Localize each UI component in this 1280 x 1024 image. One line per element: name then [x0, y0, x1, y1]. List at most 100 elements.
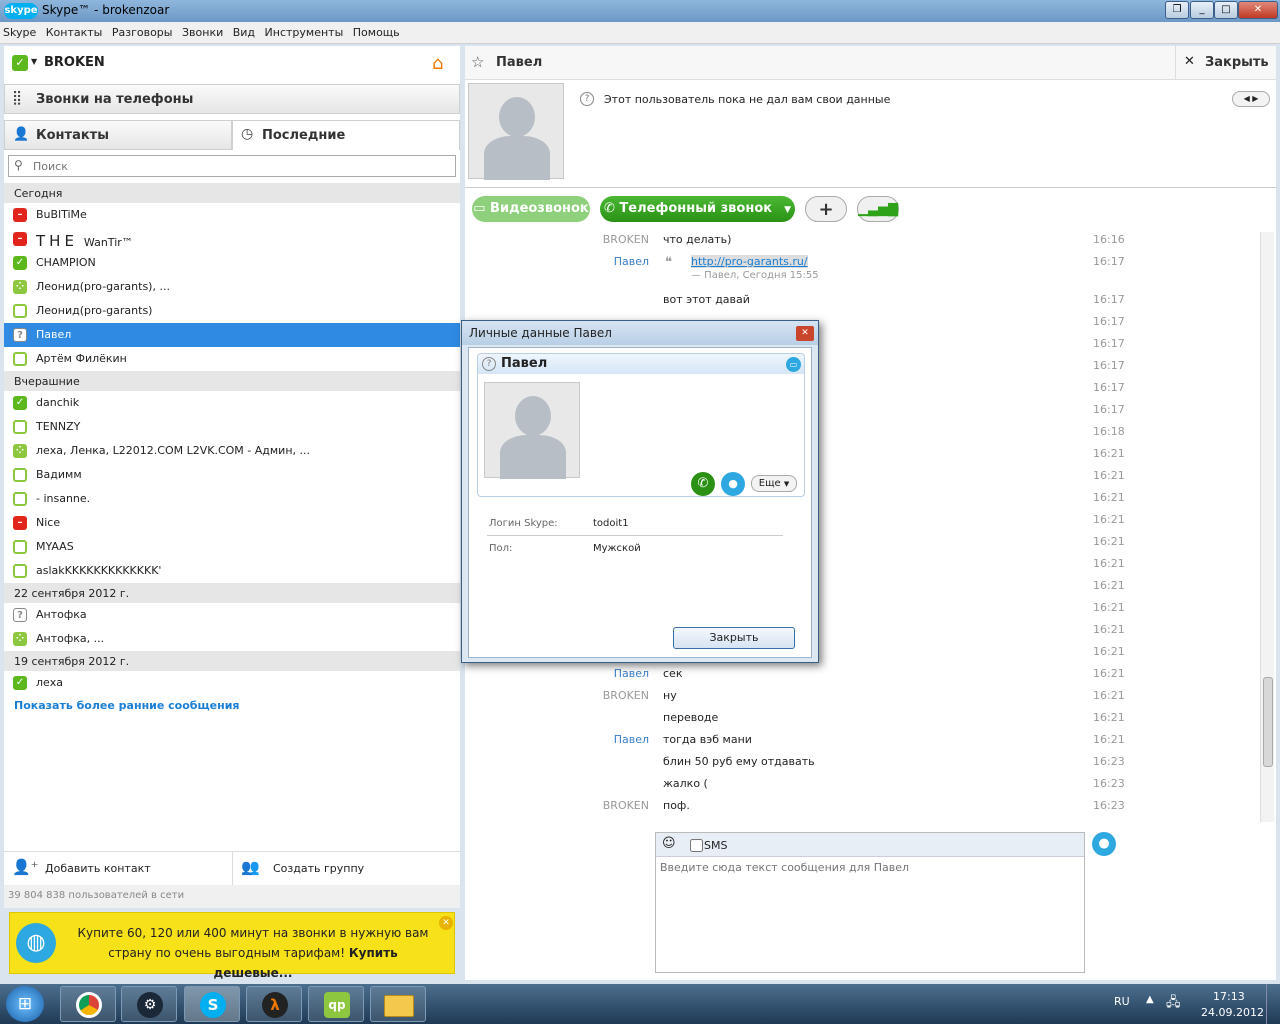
chat-scrollbar[interactable] — [1260, 232, 1274, 822]
restore-icon[interactable]: ❐ — [1165, 1, 1189, 19]
list-item[interactable]: MYAAS — [4, 535, 460, 559]
phone-icon[interactable]: ✆ — [691, 472, 715, 496]
message-time: 16:18 — [1093, 425, 1125, 438]
star-icon[interactable]: ☆ — [471, 53, 484, 71]
message-input[interactable] — [660, 861, 1080, 969]
skype-taskbar-icon[interactable]: S — [184, 986, 240, 1022]
list-item[interactable]: ✓ CHAMPION — [4, 251, 460, 275]
message-text: поф. — [663, 799, 690, 812]
message-time: 16:23 — [1093, 777, 1125, 790]
message-text: ну — [663, 689, 677, 702]
scrollbar-thumb[interactable] — [1263, 677, 1273, 767]
clock-icon: ◷ — [241, 126, 254, 142]
list-item[interactable]: ? Антофка — [4, 603, 460, 627]
status-unk-icon: ? — [13, 608, 27, 622]
video-call-button[interactable]: ▭ Видеозвонок — [472, 196, 590, 222]
search-input[interactable] — [33, 158, 443, 174]
contact-name-suffix: WanTir™ — [83, 236, 133, 249]
explorer-folder-icon[interactable] — [370, 986, 426, 1022]
ad-banner[interactable]: ◍ Купите 60, 120 или 400 минут на звонки… — [9, 912, 455, 980]
list-item[interactable]: – BuBlTiMe — [4, 203, 460, 227]
home-icon[interactable]: ⌂ — [432, 53, 443, 74]
show-desktop-button[interactable] — [1266, 984, 1280, 1024]
clock-time[interactable]: 17:13 — [1213, 990, 1245, 1003]
minimize-icon[interactable]: _ — [1190, 1, 1214, 19]
close-icon[interactable]: ✕ — [796, 326, 814, 341]
send-icon[interactable]: ● — [1092, 832, 1116, 856]
tab-contacts[interactable]: 👤 Контакты — [4, 120, 232, 150]
profile-name[interactable]: BROKEN — [44, 55, 105, 70]
dialog-close-button[interactable]: Закрыть — [673, 627, 795, 649]
tab-recent[interactable]: ◷ Последние — [232, 120, 460, 150]
more-button[interactable]: Еще ▼ — [751, 475, 797, 492]
list-item[interactable]: – Nice — [4, 511, 460, 535]
show-earlier-link[interactable]: Показать более ранние сообщения — [14, 699, 239, 712]
status-online-icon[interactable]: ✓ — [12, 55, 28, 71]
menu-skype[interactable]: Skype — [0, 22, 39, 39]
login-value: todoit1 — [593, 518, 629, 529]
list-item[interactable]: ✓ леха — [4, 671, 460, 695]
video-camera-icon[interactable]: ▭ — [786, 357, 801, 372]
chevron-up-icon[interactable]: ▲ — [1146, 994, 1154, 1005]
menu-view[interactable]: Вид — [230, 22, 258, 39]
list-item[interactable]: Вадимм — [4, 463, 460, 487]
menu-calls[interactable]: Звонки — [179, 22, 226, 39]
list-item[interactable]: ✓ danchik — [4, 391, 460, 415]
close-icon[interactable]: ✕ — [439, 916, 453, 930]
chrome-icon[interactable] — [60, 986, 116, 1022]
menu-tools[interactable]: Инструменты — [262, 22, 347, 39]
network-app-icon[interactable]: qp — [308, 986, 364, 1022]
add-contact-button[interactable]: 👤⁺ Добавить контакт — [4, 852, 232, 886]
menu-conversations[interactable]: Разговоры — [109, 22, 176, 39]
call-phones-button[interactable]: ⣿ Звонки на телефоны — [4, 84, 460, 114]
profile-nav-arrows[interactable]: ◀ ▶ — [1232, 91, 1270, 107]
message-row: переводе 16:21 — [465, 711, 1265, 733]
clock-date[interactable]: 24.09.2012 — [1201, 1006, 1264, 1019]
message-link[interactable]: http://pro-garants.ru/ — [691, 255, 808, 268]
network-icon[interactable]: 🖧 — [1166, 993, 1181, 1015]
emoticon-icon[interactable]: ☺ — [662, 836, 676, 851]
list-item[interactable]: Леонид(pro-garants) — [4, 299, 460, 323]
message-author: BROKEN — [602, 799, 649, 812]
profile-bar[interactable]: ✓ ▼ BROKEN ⌂ — [4, 46, 460, 80]
status-grp-icon: ⁘ — [13, 632, 27, 646]
globe-icon: ◍ — [16, 923, 56, 963]
language-indicator[interactable]: RU — [1114, 995, 1130, 1008]
phone-call-button[interactable]: ✆ Телефонный звонок ▼ — [600, 196, 795, 222]
create-group-button[interactable]: 👥 Создать группу — [232, 852, 460, 886]
close-chat-button[interactable]: ✕ Закрыть — [1175, 46, 1276, 80]
list-item[interactable]: ⁘ леха, Ленка, L22012.COM L2VK.COM - Адми… — [4, 439, 460, 463]
search-box[interactable]: ⚲ — [8, 155, 456, 177]
list-item[interactable]: aslakKKKKKKKKKKKKK' — [4, 559, 460, 583]
add-button[interactable]: + — [805, 196, 847, 222]
contact-name: Вадимм — [36, 468, 82, 481]
message-time: 16:17 — [1093, 403, 1125, 416]
menu-help[interactable]: Помощь — [350, 22, 403, 39]
call-quality-button[interactable]: ▁▃▅▇ — [857, 196, 899, 222]
message-time: 16:21 — [1093, 667, 1125, 680]
status-away-icon — [13, 304, 27, 318]
chevron-down-icon[interactable]: ▼ — [784, 205, 791, 215]
list-item[interactable]: – THE WanTir™ — [4, 227, 460, 251]
contact-name: BuBlTiMe — [36, 208, 87, 221]
avatar — [484, 382, 580, 479]
steam-icon[interactable]: ⚙ — [121, 986, 177, 1022]
status-online-icon: ✓ — [13, 256, 27, 270]
half-life-icon[interactable]: λ — [246, 986, 302, 1022]
list-item[interactable]: ⁘ Леонид(pro-garants), ... — [4, 275, 460, 299]
chat-icon[interactable]: ● — [721, 472, 745, 496]
menu-contacts[interactable]: Контакты — [43, 22, 106, 39]
message-time: 16:21 — [1093, 623, 1125, 636]
list-item[interactable]: Артём Филёкин — [4, 347, 460, 371]
list-item[interactable]: ⁘ Антофка, ... — [4, 627, 460, 651]
contact-name: Павел — [36, 328, 72, 341]
close-icon[interactable]: ✕ — [1238, 1, 1278, 19]
list-item[interactable]: TENNZY — [4, 415, 460, 439]
sms-checkbox[interactable] — [690, 839, 703, 852]
maximize-icon[interactable]: □ — [1214, 1, 1238, 19]
chevron-down-icon[interactable]: ▼ — [31, 57, 37, 66]
list-item[interactable]: - insanne. — [4, 487, 460, 511]
windows-start-icon[interactable]: ⊞ — [6, 986, 44, 1022]
message-time: 16:16 — [1093, 233, 1125, 246]
list-item[interactable]: ? Павел — [4, 323, 460, 347]
